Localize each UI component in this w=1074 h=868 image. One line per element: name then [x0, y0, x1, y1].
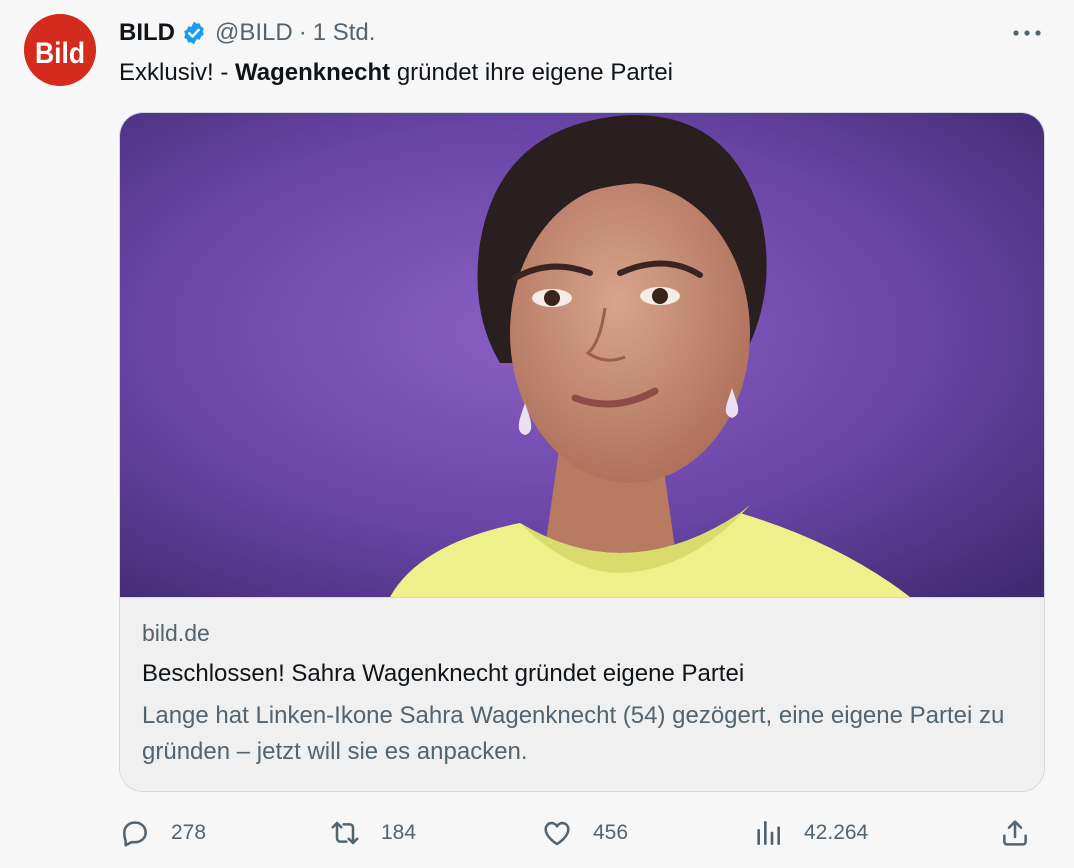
retweet-button[interactable]: 184 [329, 812, 416, 854]
card-image[interactable] [120, 113, 1044, 597]
tweet-text-suffix: gründet ihre eigene Partei [390, 59, 674, 86]
reply-button[interactable]: 278 [119, 812, 206, 854]
tweet-text-bold[interactable]: Wagenknecht [235, 59, 390, 86]
like-button[interactable]: 456 [541, 812, 628, 854]
card-title: Beschlossen! Sahra Wagenknecht gründet e… [142, 660, 745, 687]
heart-icon [544, 821, 570, 846]
views-count: 42.264 [804, 821, 869, 844]
tweet-header: BILD @BILD · 1 Std. [119, 16, 375, 50]
more-icon[interactable] [1005, 18, 1049, 48]
views-button[interactable]: 42.264 [752, 812, 868, 854]
card-description: Lange hat Linken-Ikone Sahra Wagenknecht… [142, 702, 1005, 765]
reply-count: 278 [171, 821, 207, 844]
tweet-text-prefix: Exklusiv! - [119, 59, 236, 86]
action-bar: 278 184 456 42.264 [119, 812, 1049, 854]
share-button[interactable] [999, 812, 1031, 854]
author-handle[interactable]: @BILD [215, 19, 293, 47]
card-domain: bild.de [142, 620, 210, 646]
reply-icon [123, 821, 147, 847]
link-card[interactable]: bild.de Beschlossen! Sahra Wagenknecht g… [119, 112, 1045, 792]
verified-badge-icon [181, 20, 207, 46]
card-info[interactable]: bild.de Beschlossen! Sahra Wagenknecht g… [120, 597, 1044, 791]
share-icon [1003, 820, 1027, 846]
author-name[interactable]: BILD [119, 19, 175, 47]
bild-logo-text: Bild [35, 37, 85, 70]
timestamp[interactable]: 1 Std. [313, 19, 376, 47]
tweet-text: Exklusiv! - Wagenknecht gründet ihre eig… [119, 56, 673, 90]
avatar[interactable]: Bild [24, 14, 96, 86]
like-count: 456 [593, 821, 629, 844]
retweet-icon [331, 821, 359, 845]
analytics-icon [757, 821, 780, 845]
retweet-count: 184 [381, 821, 417, 844]
separator-dot: · [298, 19, 307, 46]
